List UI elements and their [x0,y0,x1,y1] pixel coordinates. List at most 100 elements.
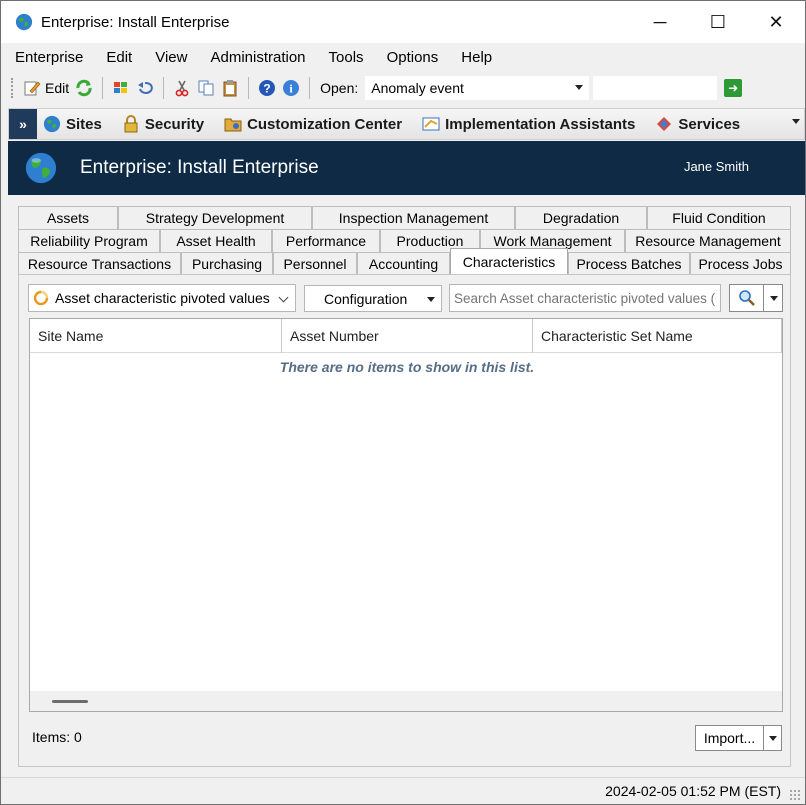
status-timestamp: 2024-02-05 01:52 PM (EST) [605,783,781,799]
globe-icon [15,13,33,31]
go-button[interactable]: ➜ [724,79,743,97]
tab-characteristics[interactable]: Characteristics [450,248,568,275]
paste-button[interactable] [218,75,242,101]
copy-button[interactable] [194,75,218,101]
module-tabs: Assets Strategy Development Inspection M… [18,206,791,275]
search-input[interactable] [449,284,721,312]
toolbar: Edit ? i Open: Anomaly event ➜ [1,72,805,104]
nav-security-label: Security [144,115,205,133]
nav-customization-center-label: Customization Center [247,115,403,133]
refresh-icon [76,79,92,97]
nav-implementation-assistants-label: Implementation Assistants [445,115,636,133]
search-options-chevron-icon[interactable] [770,295,778,301]
lock-icon [124,115,138,133]
cut-button[interactable] [170,75,194,101]
application-window: Enterprise: Install Enterprise ─ ☐ ✕ Ent… [0,0,806,805]
tab-row-2: Reliability Program Asset Health Perform… [18,229,791,252]
tab-row-3: Resource Transactions Purchasing Personn… [18,248,791,275]
expand-chevron-icon[interactable]: » [9,109,37,139]
maximize-button[interactable]: ☐ [689,1,747,43]
menu-tools[interactable]: Tools [329,49,364,66]
globe-icon [25,152,57,184]
refresh-button[interactable] [72,75,96,101]
chevron-down-icon [278,292,289,303]
column-header-asset-number[interactable]: Asset Number [282,319,533,353]
open-type-value: Anomaly event [371,80,464,96]
horizontal-scrollbar[interactable] [30,691,782,711]
menu-help[interactable]: Help [461,49,492,66]
tab-degradation[interactable]: Degradation [515,206,647,229]
menu-edit[interactable]: Edit [106,49,132,66]
navigation-bar: » Sites Security Customization Center Im… [8,108,805,140]
menu-options[interactable]: Options [387,49,439,66]
banner-title: Enterprise: Install Enterprise [80,157,319,178]
edit-button-label: Edit [45,80,70,96]
window-controls: ─ ☐ ✕ [631,1,805,43]
nav-services[interactable]: Services [655,115,740,133]
nav-sites[interactable]: Sites [43,115,102,133]
tab-strategy-development[interactable]: Strategy Development [118,206,312,229]
tab-personnel[interactable]: Personnel [273,252,357,275]
assistant-icon [422,117,440,131]
nav-customization-center[interactable]: Customization Center [224,115,402,133]
undo-icon [138,81,153,94]
tab-performance[interactable]: Performance [272,229,380,252]
tab-purchasing[interactable]: Purchasing [181,252,273,275]
tab-accounting[interactable]: Accounting [357,252,450,275]
current-user[interactable]: Jane Smith [684,159,749,174]
search-button[interactable] [729,284,783,312]
resize-grip-icon[interactable] [789,789,801,801]
info-icon: i [283,80,300,96]
toolbar-grip[interactable] [11,78,14,98]
import-button[interactable]: Import... [695,725,782,751]
help-icon: ? [259,80,276,96]
tab-resource-transactions[interactable]: Resource Transactions [18,252,181,275]
menu-enterprise[interactable]: Enterprise [15,49,83,66]
close-button[interactable]: ✕ [747,1,805,43]
tab-reliability-program[interactable]: Reliability Program [18,229,160,252]
tab-process-batches[interactable]: Process Batches [568,252,690,275]
items-count: Items: 0 [32,729,82,745]
toolbar-separator [102,77,104,99]
tab-inspection-management[interactable]: Inspection Management [312,206,515,229]
nav-security[interactable]: Security [122,115,204,133]
column-header-characteristic-set-name[interactable]: Characteristic Set Name [533,319,782,353]
scrollbar-thumb[interactable] [52,700,88,703]
grid-header: Site Name Asset Number Characteristic Se… [30,319,782,353]
tab-row-1: Assets Strategy Development Inspection M… [18,206,791,229]
tab-assets[interactable]: Assets [18,206,118,229]
tab-process-jobs[interactable]: Process Jobs [690,252,791,275]
configuration-dropdown[interactable]: Configuration [304,285,442,312]
edit-icon [24,81,41,96]
title-bar: Enterprise: Install Enterprise ─ ☐ ✕ [1,1,805,43]
open-label: Open: [320,80,359,96]
empty-list-message: There are no items to show in this list. [279,359,535,375]
nav-sites-label: Sites [66,115,102,133]
tab-asset-health[interactable]: Asset Health [160,229,272,252]
chevron-down-icon [575,85,584,90]
open-type-select[interactable]: Anomaly event [364,75,591,101]
status-bar: 2024-02-05 01:52 PM (EST) [1,777,805,804]
column-header-site-name[interactable]: Site Name [30,319,282,353]
menu-view[interactable]: View [155,49,187,66]
nav-implementation-assistants[interactable]: Implementation Assistants [422,115,635,133]
tab-fluid-condition[interactable]: Fluid Condition [647,206,791,229]
minimize-button[interactable]: ─ [631,1,689,43]
undo-button[interactable] [133,75,157,101]
view-selector[interactable]: Asset characteristic pivoted values [28,284,296,312]
characteristics-panel: Asset characteristic pivoted values Conf… [18,274,791,767]
windows-button[interactable] [109,75,133,101]
edit-button[interactable]: Edit [20,75,72,101]
toolbar-separator [309,77,311,99]
nav-overflow-chevron-icon[interactable] [792,119,800,124]
info-button[interactable]: i [279,75,303,101]
import-options-chevron-icon[interactable] [769,735,777,741]
tab-resource-management[interactable]: Resource Management [625,229,791,252]
menu-administration[interactable]: Administration [210,49,305,66]
go-icon: ➜ [728,81,739,95]
open-search-input[interactable] [592,75,719,101]
help-button[interactable]: ? [255,75,279,101]
import-button-label: Import... [696,726,764,750]
globe-icon [43,115,61,133]
folder-gear-icon [224,118,242,132]
